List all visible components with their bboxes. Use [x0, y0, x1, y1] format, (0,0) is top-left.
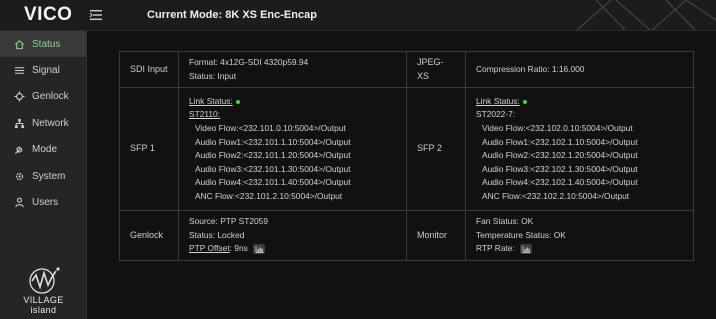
flow-line: Audio Flow3:<232.101.1.30:5004>/Output	[195, 163, 351, 174]
sfp1-link-status-link[interactable]: Link Status:	[189, 96, 233, 106]
rtp-rate-label: RTP Rate:	[476, 243, 515, 254]
sfp1-protocol-link[interactable]: ST2110:	[189, 109, 220, 119]
flow-line: Audio Flow2:<232.102.1.20:5004>/Output	[482, 150, 638, 161]
sidebar-item-label: Signal	[32, 65, 60, 77]
wave-logo-icon	[28, 267, 60, 294]
wrench-icon	[12, 143, 26, 157]
flow-line: Audio Flow3:<232.102.1.30:5004>/Output	[482, 163, 638, 174]
ptp-offset-chart-button[interactable]	[253, 244, 266, 255]
sfp2-value: Link Status: ST2022-7: Video Flow:<232.1…	[465, 87, 694, 212]
jpeg-xs-value: Compression Ratio: 1:16.000	[465, 50, 694, 89]
sidebar-item-label: Network	[32, 117, 69, 129]
flow-line: Audio Flow1:<232.102.1.10:5004>/Output	[482, 136, 638, 147]
crosshair-icon	[12, 90, 26, 104]
sidebar-item-label: Users	[32, 197, 59, 209]
table-row: SDI Input Format: 4x12G-SDI 4320p59.94 S…	[119, 50, 694, 89]
gear-icon	[12, 169, 26, 183]
monitor-value: Fan Status: OK Temperature Status: OK RT…	[465, 210, 694, 261]
sidebar-item-system[interactable]: System	[0, 163, 86, 189]
link-ok-indicator-icon	[522, 99, 527, 104]
sidebar: Status Signal Genlock Network Mode Syste…	[0, 31, 87, 319]
sfp1-value: Link Status: ST2110: Video Flow:<232.101…	[178, 87, 407, 212]
main-content: SDI Input Format: 4x12G-SDI 4320p59.94 S…	[88, 31, 716, 319]
sidebar-item-signal[interactable]: Signal	[0, 57, 86, 83]
sidebar-item-network[interactable]: Network	[0, 110, 86, 136]
sidebar-item-label: Status	[32, 38, 61, 50]
jpeg-xs-label: JPEG-XS	[406, 50, 466, 89]
flow-line: Audio Flow4:<232.101.1.40:5004>/Output	[195, 177, 351, 188]
status-table: SDI Input Format: 4x12G-SDI 4320p59.94 S…	[119, 50, 694, 261]
sfp2-label: SFP 2	[406, 87, 466, 212]
flow-line: ANC Flow:<232.101.2.10:5004>/Output	[195, 190, 343, 201]
brand-name-line1: VILLAGE	[23, 295, 64, 305]
genlock-source: Source: PTP ST2059	[189, 216, 268, 227]
sidebar-item-label: System	[32, 170, 66, 182]
table-row: Genlock Source: PTP ST2059 Status: Locke…	[119, 210, 694, 261]
flow-line: Video Flow:<232.101.0.10:5004>/Output	[195, 123, 346, 133]
sidebar-item-status[interactable]: Status	[0, 31, 86, 58]
genlock-value: Source: PTP ST2059 Status: Locked PTP Of…	[178, 210, 407, 261]
ptp-offset-link[interactable]: PTP Offset	[189, 243, 230, 253]
monitor-label: Monitor	[406, 210, 466, 261]
sfp1-label: SFP 1	[119, 87, 179, 212]
sidebar-item-label: Genlock	[32, 91, 69, 103]
home-icon	[12, 37, 26, 51]
sdi-input-value: Format: 4x12G-SDI 4320p59.94 Status: Inp…	[178, 50, 407, 89]
current-mode-label: Current Mode: 8K XS Enc-Encap	[147, 9, 317, 21]
bar-chart-icon	[522, 245, 531, 253]
flow-line: ANC Flow:<232.102.2.10:5004>/Output	[482, 190, 630, 201]
sdi-status: Status: Input	[189, 70, 237, 81]
sidebar-item-mode[interactable]: Mode	[0, 137, 86, 163]
ptp-offset-value: : 9ns	[229, 243, 248, 254]
menu-toggle-icon[interactable]	[89, 8, 103, 22]
compression-ratio: Compression Ratio: 1:16.000	[476, 63, 585, 74]
sfp2-protocol: ST2022-7:	[476, 109, 516, 120]
brand-name-line2: island	[30, 305, 57, 315]
sidebar-item-genlock[interactable]: Genlock	[0, 84, 86, 110]
app-logo: VICO	[24, 4, 73, 25]
header-decoration	[576, 0, 716, 30]
genlock-status: Status: Locked	[189, 229, 245, 240]
fan-status: Fan Status: OK	[476, 216, 534, 227]
rtp-rate-chart-button[interactable]	[520, 244, 533, 255]
network-icon	[12, 116, 26, 130]
list-icon	[12, 64, 26, 78]
table-row: SFP 1 Link Status: ST2110: Video Flow:<2…	[119, 87, 694, 212]
brand-logo: VILLAGE island	[0, 265, 87, 315]
sdi-input-label: SDI Input	[119, 50, 179, 89]
sidebar-item-users[interactable]: Users	[0, 189, 86, 215]
user-icon	[12, 196, 26, 210]
temperature-status: Temperature Status: OK	[476, 229, 566, 240]
link-ok-indicator-icon	[235, 99, 240, 104]
flow-line: Audio Flow1:<232.101.1.10:5004>/Output	[195, 136, 351, 147]
flow-line: Audio Flow4:<232.102.1.40:5004>/Output	[482, 177, 638, 188]
sidebar-item-label: Mode	[32, 144, 58, 156]
top-bar: VICO Current Mode: 8K XS Enc-Encap	[0, 0, 716, 31]
sfp2-link-status-link[interactable]: Link Status:	[476, 96, 520, 106]
sdi-format: Format: 4x12G-SDI 4320p59.94	[189, 57, 309, 67]
flow-line: Video Flow:<232.102.0.10:5004>/Output	[482, 123, 633, 133]
bar-chart-icon	[255, 245, 264, 253]
genlock-label: Genlock	[119, 210, 179, 261]
flow-line: Audio Flow2:<232.101.1.20:5004>/Output	[195, 150, 351, 161]
